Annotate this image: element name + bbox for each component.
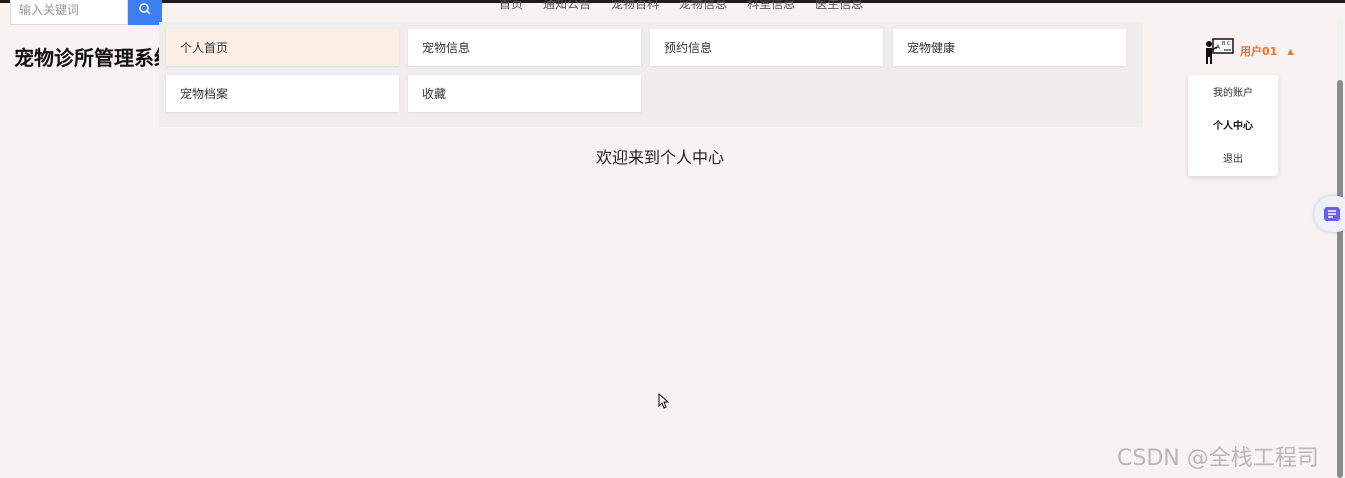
nav-item-pet-wiki[interactable]: 宠物百科 bbox=[611, 0, 659, 12]
nav-item-department-info[interactable]: 科室信息 bbox=[747, 0, 795, 12]
menu-item-personal-home[interactable]: 个人首页 bbox=[166, 29, 399, 66]
user-menu-trigger[interactable]: A B C 用户01 ▲ bbox=[1204, 37, 1293, 65]
search-button[interactable] bbox=[128, 0, 162, 25]
svg-text:B: B bbox=[1222, 41, 1226, 47]
nav-item-notices[interactable]: 通知公告 bbox=[543, 0, 591, 12]
nav-item-home[interactable]: 首页 bbox=[499, 0, 523, 12]
scrollbar-thumb[interactable] bbox=[1337, 80, 1343, 478]
user-name[interactable]: 用户01 bbox=[1240, 43, 1277, 59]
document-icon bbox=[1324, 207, 1340, 221]
svg-text:C: C bbox=[1227, 41, 1231, 47]
menu-item-pet-health[interactable]: 宠物健康 bbox=[893, 29, 1126, 66]
menu-item-pet-info[interactable]: 宠物信息 bbox=[408, 29, 641, 66]
user-dropdown-menu: 我的账户 个人中心 退出 bbox=[1188, 75, 1278, 176]
personal-menu-panel: 个人首页 宠物信息 预约信息 宠物健康 宠物档案 收藏 bbox=[159, 22, 1143, 127]
caret-up-icon[interactable]: ▲ bbox=[1287, 47, 1293, 56]
menu-item-favorites[interactable]: 收藏 bbox=[408, 75, 641, 112]
search-bar: 输入关键词 bbox=[10, 0, 162, 25]
welcome-message: 欢迎来到个人中心 bbox=[596, 148, 725, 167]
watermark: CSDN @全栈工程司 bbox=[1117, 446, 1319, 471]
mouse-cursor-icon bbox=[658, 393, 670, 409]
top-nav: 首页 通知公告 宠物百科 宠物信息 科室信息 医生信息 bbox=[499, 0, 863, 12]
top-bar: 输入关键词 首页 通知公告 宠物百科 宠物信息 科室信息 医生信息 bbox=[0, 0, 1345, 25]
menu-item-appointment-info[interactable]: 预约信息 bbox=[650, 29, 883, 66]
nav-item-pet-info[interactable]: 宠物信息 bbox=[679, 0, 727, 12]
dropdown-item-logout[interactable]: 退出 bbox=[1188, 141, 1278, 174]
dropdown-item-personal-center[interactable]: 个人中心 bbox=[1188, 108, 1278, 141]
search-input[interactable]: 输入关键词 bbox=[10, 0, 128, 25]
dropdown-item-my-account[interactable]: 我的账户 bbox=[1188, 75, 1278, 108]
scrollbar-track bbox=[1337, 20, 1343, 80]
floating-assistant-button[interactable] bbox=[1314, 196, 1345, 232]
app-title: 宠物诊所管理系统 bbox=[14, 46, 174, 70]
avatar-teacher-icon: A B C bbox=[1206, 38, 1234, 64]
nav-item-doctor-info[interactable]: 医生信息 bbox=[815, 0, 863, 12]
menu-item-pet-records[interactable]: 宠物档案 bbox=[166, 75, 399, 112]
search-icon bbox=[139, 3, 151, 15]
